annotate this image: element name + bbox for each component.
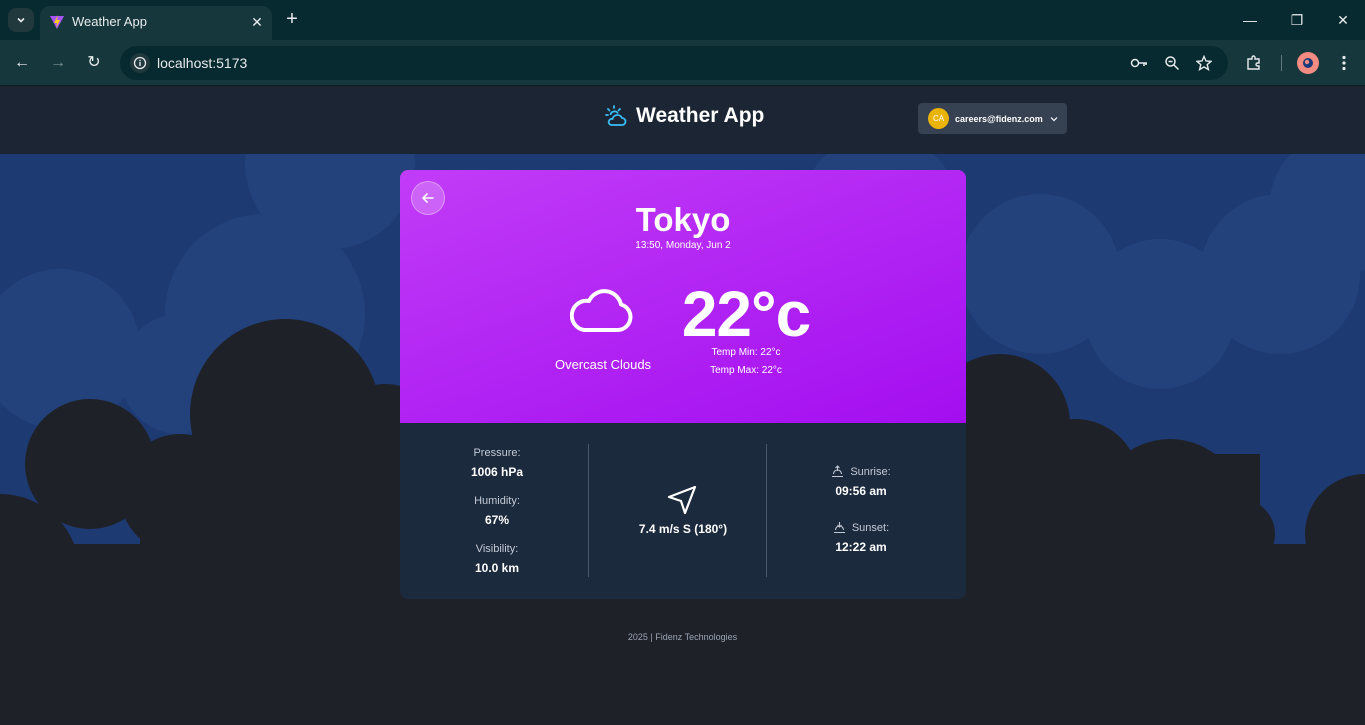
weather-summary: Tokyo 13:50, Monday, Jun 2 Overcast Clou…: [400, 170, 966, 423]
pressure-label: Pressure:: [473, 447, 521, 459]
tab-title: Weather App: [72, 14, 147, 29]
details-divider: [588, 444, 589, 577]
wind-info: 7.4 m/s S (180°): [638, 522, 728, 536]
visibility-value: 10.0 km: [474, 561, 520, 575]
vite-logo-icon: [50, 15, 64, 29]
chevron-down-icon: [1049, 114, 1059, 124]
pressure-value: 1006 hPa: [470, 465, 524, 479]
user-email: careers@fidenz.com: [955, 113, 1043, 124]
sunrise-icon: [832, 465, 844, 478]
tab-close-icon[interactable]: ✕: [248, 13, 266, 31]
browser-menu-icon[interactable]: [1333, 52, 1355, 74]
weather-card: Tokyo 13:50, Monday, Jun 2 Overcast Clou…: [400, 170, 966, 599]
cloud-icon: [570, 289, 633, 332]
browser-toolbar: ← → ↻ localhost:5173: [0, 40, 1365, 86]
sunrise-label: Sunrise:: [850, 465, 891, 478]
user-menu-button[interactable]: CA careers@fidenz.com: [918, 103, 1067, 134]
footer-text: 2025 | Fidenz Technologies: [627, 632, 738, 642]
sunrise-label-row: Sunrise:: [766, 465, 956, 478]
humidity-value: 67%: [484, 513, 510, 527]
app-brand: Weather App: [604, 104, 764, 128]
temp-min: Temp Min: 22°c: [711, 347, 781, 358]
temp-max: Temp Max: 22°c: [710, 365, 782, 376]
site-info-icon[interactable]: [130, 53, 150, 73]
extensions-puzzle-icon[interactable]: [1243, 52, 1265, 74]
sun-cloud-logo-icon: [605, 105, 627, 126]
navigation-arrow-icon: [667, 485, 697, 515]
sunset-label-row: Sunset:: [766, 521, 956, 534]
forward-nav-icon[interactable]: →: [47, 52, 69, 74]
app-title: Weather App: [636, 104, 765, 127]
weather-details: Pressure: 1006 hPa Humidity: 67% Visibil…: [400, 423, 966, 599]
temperature: 22°c: [681, 278, 811, 350]
profile-avatar-icon[interactable]: [1297, 52, 1319, 74]
new-tab-button[interactable]: +: [282, 8, 302, 32]
tab-search-button[interactable]: [8, 8, 34, 32]
visibility-label: Visibility:: [475, 543, 519, 555]
back-nav-icon[interactable]: ←: [11, 52, 33, 74]
browser-tab[interactable]: Weather App ✕: [40, 6, 272, 40]
humidity-label: Humidity:: [474, 495, 520, 507]
sunset-label: Sunset:: [851, 521, 890, 534]
weather-app: Weather App CA careers@fidenz.com Tokyo …: [0, 87, 1365, 725]
app-header: Weather App CA careers@fidenz.com: [0, 87, 1365, 154]
zoom-icon[interactable]: [1163, 54, 1181, 72]
date-time: 13:50, Monday, Jun 2: [635, 240, 731, 251]
minimize-button[interactable]: —: [1240, 10, 1260, 30]
address-bar[interactable]: localhost:5173: [120, 46, 1228, 80]
sunrise-value: 09:56 am: [835, 484, 887, 498]
weather-condition: Overcast Clouds: [554, 357, 652, 372]
password-key-icon[interactable]: [1130, 54, 1148, 72]
sunset-value: 12:22 am: [835, 540, 887, 554]
browser-tab-bar: Weather App ✕ + — ❐ ✕: [0, 0, 1365, 40]
bookmark-star-icon[interactable]: [1195, 54, 1213, 72]
city-name: Tokyo: [635, 201, 731, 238]
toolbar-separator: [1281, 55, 1282, 71]
url-text: localhost:5173: [157, 55, 248, 71]
details-divider: [766, 444, 767, 577]
close-window-button[interactable]: ✕: [1333, 10, 1353, 30]
sunset-icon: [833, 522, 845, 534]
chevron-down-icon: [17, 17, 25, 23]
reload-icon[interactable]: ↻: [83, 52, 105, 74]
restore-button[interactable]: ❐: [1287, 10, 1307, 30]
user-avatar: CA: [928, 108, 949, 129]
